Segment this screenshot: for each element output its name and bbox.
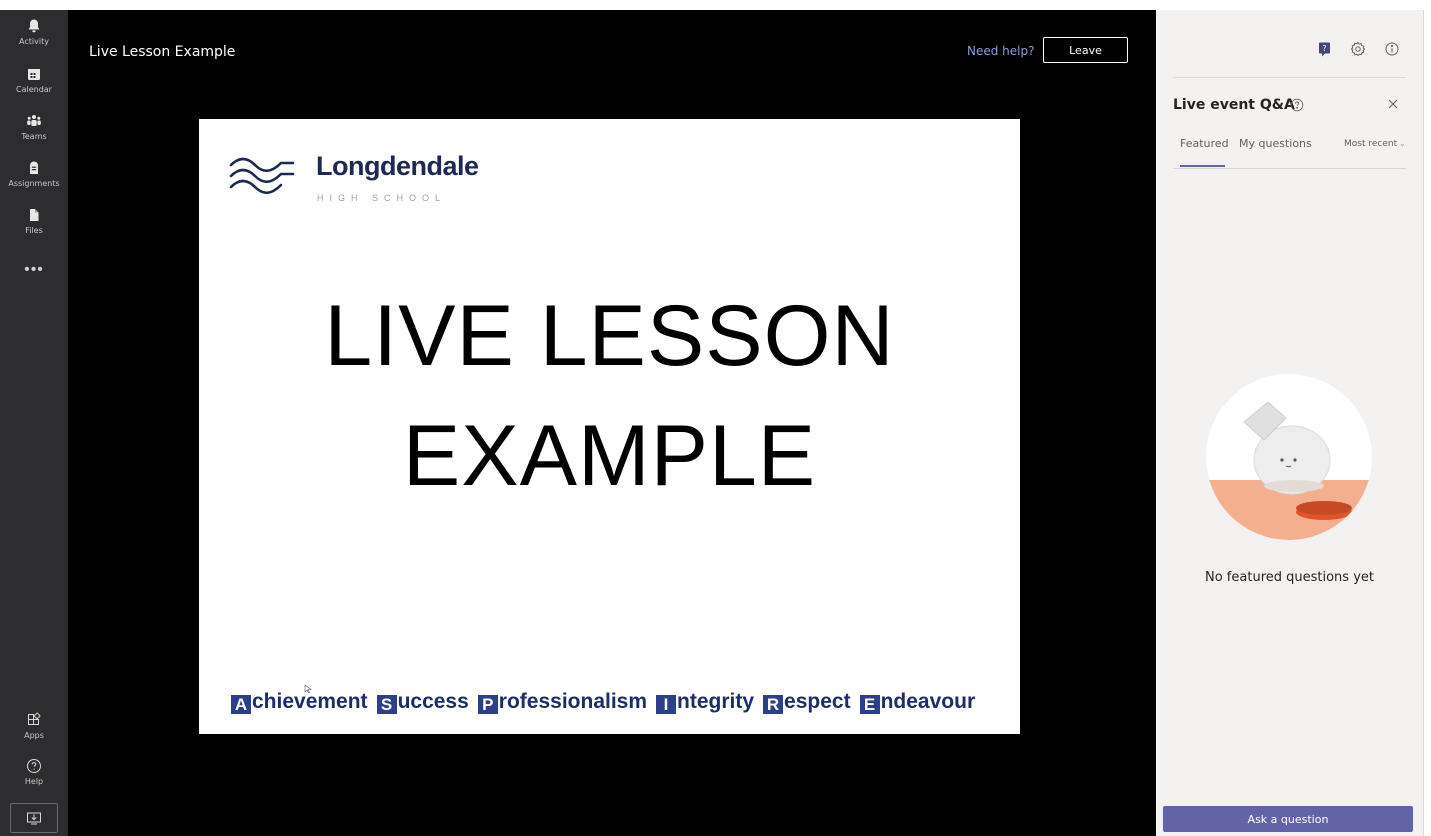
value-initial: R xyxy=(763,695,784,714)
svg-text:?: ? xyxy=(1322,44,1326,53)
empty-jar-illustration-icon xyxy=(1206,374,1372,540)
qa-icon[interactable]: ? xyxy=(1317,41,1333,57)
info-icon[interactable] xyxy=(1384,41,1400,57)
value-success: Success xyxy=(376,690,469,714)
rail-item-label: Files xyxy=(25,226,43,235)
download-app-button[interactable] xyxy=(10,803,58,833)
value-text: chievement xyxy=(252,690,368,713)
rail-item-teams[interactable]: Teams xyxy=(0,113,68,157)
sort-label: Most recent xyxy=(1344,139,1398,149)
rail-item-files[interactable]: Files xyxy=(0,207,68,251)
value-professionalism: Professionalism xyxy=(477,690,648,714)
value-text: rofessionalism xyxy=(498,690,648,713)
rail-item-help[interactable]: Help xyxy=(0,758,68,802)
bell-icon xyxy=(28,19,40,33)
qa-title: Live event Q&A xyxy=(1173,97,1295,113)
tab-featured[interactable]: Featured xyxy=(1180,137,1229,150)
presentation-slide: Longdendale HIGH SCHOOL LIVE LESSON EXAM… xyxy=(199,119,1020,734)
help-icon xyxy=(27,759,41,773)
tabs-divider xyxy=(1173,168,1406,169)
rail-item-activity[interactable]: Activity xyxy=(0,18,68,62)
qa-panel: ? Live event Q&A Featured My questions M… xyxy=(1156,10,1423,836)
event-title: Live Lesson Example xyxy=(89,44,236,60)
window-right-edge xyxy=(1423,10,1431,836)
value-integrity: Integrity xyxy=(656,690,754,714)
value-endeavour: Endeavour xyxy=(859,690,976,714)
calendar-icon xyxy=(28,69,40,80)
close-icon[interactable] xyxy=(1387,98,1399,110)
value-achievement: Achievement xyxy=(231,690,368,714)
value-initial: S xyxy=(376,695,397,714)
school-logo-icon xyxy=(229,157,295,195)
tab-my-questions[interactable]: My questions xyxy=(1239,137,1312,150)
rail-item-label: Activity xyxy=(19,37,49,46)
files-icon xyxy=(30,209,39,221)
value-respect: Respect xyxy=(763,690,851,714)
rail-item-label: Apps xyxy=(24,731,44,740)
download-app-icon xyxy=(27,812,41,825)
teams-icon xyxy=(27,115,41,126)
chevron-down-icon: ⌄ xyxy=(1399,139,1406,148)
value-text: ndeavour xyxy=(880,690,976,713)
app-rail: Activity Calendar Teams Assignments File… xyxy=(0,10,68,836)
rail-item-assignments[interactable]: Assignments xyxy=(0,160,68,204)
value-initial: E xyxy=(859,695,880,714)
rail-item-label: Teams xyxy=(21,132,47,141)
ask-question-button[interactable]: Ask a question xyxy=(1163,806,1413,832)
window-top-strip xyxy=(0,0,1431,10)
school-name: Longdendale xyxy=(316,151,479,181)
apps-icon xyxy=(28,712,41,725)
value-initial: P xyxy=(477,695,498,714)
empty-state-message: No featured questions yet xyxy=(1205,570,1374,585)
rail-item-label: Calendar xyxy=(16,85,52,94)
settings-gear-icon[interactable] xyxy=(1350,41,1366,57)
rail-item-calendar[interactable]: Calendar xyxy=(0,66,68,110)
value-text: ntegrity xyxy=(677,690,755,713)
value-text: uccess xyxy=(397,690,469,713)
live-event-stage: Live Lesson Example Need help? Leave Lon… xyxy=(68,10,1156,836)
active-tab-indicator xyxy=(1180,165,1225,167)
assignments-icon xyxy=(30,161,38,174)
school-subtitle: HIGH SCHOOL xyxy=(317,193,447,203)
slide-heading-line-1: LIVE LESSON xyxy=(324,288,895,384)
slide-heading-line-2: EXAMPLE xyxy=(402,408,817,504)
rail-item-label: Help xyxy=(24,777,44,786)
rail-item-label: Assignments xyxy=(8,179,60,188)
leave-button[interactable]: Leave xyxy=(1043,37,1128,63)
value-initial: I xyxy=(656,695,677,714)
school-values-strip: Achievement Success Professionalism Inte… xyxy=(231,690,975,714)
value-text: espect xyxy=(784,690,851,713)
value-initial: A xyxy=(231,695,251,714)
need-help-link[interactable]: Need help? xyxy=(967,44,1034,58)
rail-item-apps[interactable]: Apps xyxy=(0,712,68,756)
more-apps-button[interactable]: ••• xyxy=(0,262,68,281)
panel-divider xyxy=(1173,77,1406,78)
sort-dropdown[interactable]: Most recent ⌄ xyxy=(1344,139,1406,149)
question-circle-icon[interactable] xyxy=(1290,98,1304,112)
